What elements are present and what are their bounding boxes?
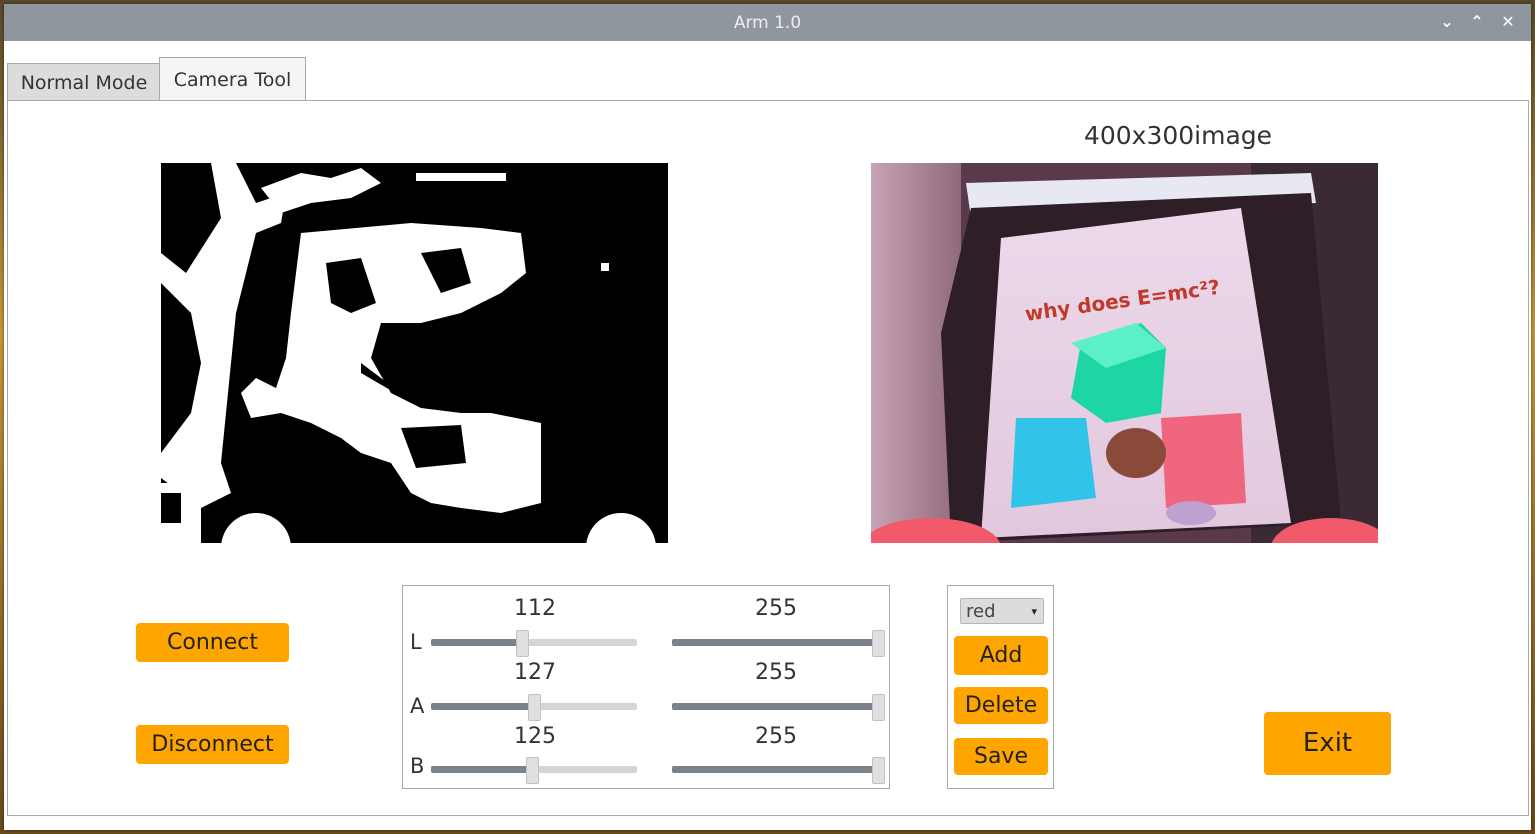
channel-label-a: A <box>410 694 425 718</box>
slider-l-max-handle[interactable] <box>872 630 885 657</box>
channel-label-l: L <box>410 630 422 654</box>
save-color-button[interactable]: Save <box>954 738 1048 775</box>
slider-l-max-value: 255 <box>755 596 797 621</box>
slider-b-max[interactable] <box>672 757 885 784</box>
disconnect-button[interactable]: Disconnect <box>136 725 289 764</box>
slider-b-max-handle[interactable] <box>872 757 885 784</box>
close-icon[interactable]: ✕ <box>1498 12 1518 32</box>
add-color-button[interactable]: Add <box>954 636 1048 675</box>
slider-b-min-value: 125 <box>514 724 556 749</box>
slider-a-min-value: 127 <box>514 660 556 685</box>
exit-button[interactable]: Exit <box>1264 712 1391 775</box>
slider-l-min[interactable] <box>431 630 637 657</box>
slider-b-max-fill <box>672 766 878 773</box>
lab-threshold-sliders: L 112 255 A 127 255 B 125 255 <box>402 585 890 789</box>
image-size-label: 400x300image <box>1083 121 1273 150</box>
slider-b-max-value: 255 <box>755 724 797 749</box>
color-select-value: red <box>966 601 996 622</box>
slider-a-max-handle[interactable] <box>872 694 885 721</box>
slider-l-min-handle[interactable] <box>515 630 529 657</box>
slider-a-max-value: 255 <box>755 660 797 685</box>
title-bar[interactable]: Arm 1.0 ⌄ ⌃ ✕ <box>4 4 1531 41</box>
slider-l-max-fill <box>672 639 878 646</box>
slider-l-min-fill <box>431 639 522 646</box>
delete-color-button[interactable]: Delete <box>954 687 1048 724</box>
slider-a-max[interactable] <box>672 694 885 721</box>
connect-button[interactable]: Connect <box>136 623 289 662</box>
minimize-icon[interactable]: ⌄ <box>1437 12 1457 32</box>
slider-b-min-fill <box>431 766 532 773</box>
mask-image <box>161 163 668 543</box>
slider-l-max[interactable] <box>672 630 885 657</box>
color-preset-panel: red ▾ Add Delete Save <box>947 585 1054 789</box>
camera-tool-panel: 400x300image why does E=mc²? Connect Dis… <box>7 100 1529 816</box>
slider-a-min-fill <box>431 703 534 710</box>
tab-normal-mode[interactable]: Normal Mode <box>7 63 161 102</box>
app-window: Arm 1.0 ⌄ ⌃ ✕ Normal Mode Camera Tool 40… <box>4 4 1531 830</box>
slider-a-max-fill <box>672 703 878 710</box>
color-select[interactable]: red ▾ <box>960 598 1044 624</box>
slider-a-min[interactable] <box>431 694 637 721</box>
camera-image: why does E=mc²? <box>871 163 1378 543</box>
slider-b-min-handle[interactable] <box>525 757 539 784</box>
tab-bar: Normal Mode Camera Tool <box>4 41 1531 102</box>
maximize-icon[interactable]: ⌃ <box>1467 12 1487 32</box>
camera-image-graphic: why does E=mc²? <box>871 163 1378 543</box>
tab-camera-tool[interactable]: Camera Tool <box>159 57 306 102</box>
slider-a-min-handle[interactable] <box>528 694 541 721</box>
slider-l-min-value: 112 <box>514 596 556 621</box>
chevron-down-icon: ▾ <box>1031 605 1037 618</box>
slider-b-min[interactable] <box>431 757 637 784</box>
mask-image-graphic <box>161 163 668 543</box>
channel-label-b: B <box>410 754 425 778</box>
window-title: Arm 1.0 <box>733 13 802 33</box>
